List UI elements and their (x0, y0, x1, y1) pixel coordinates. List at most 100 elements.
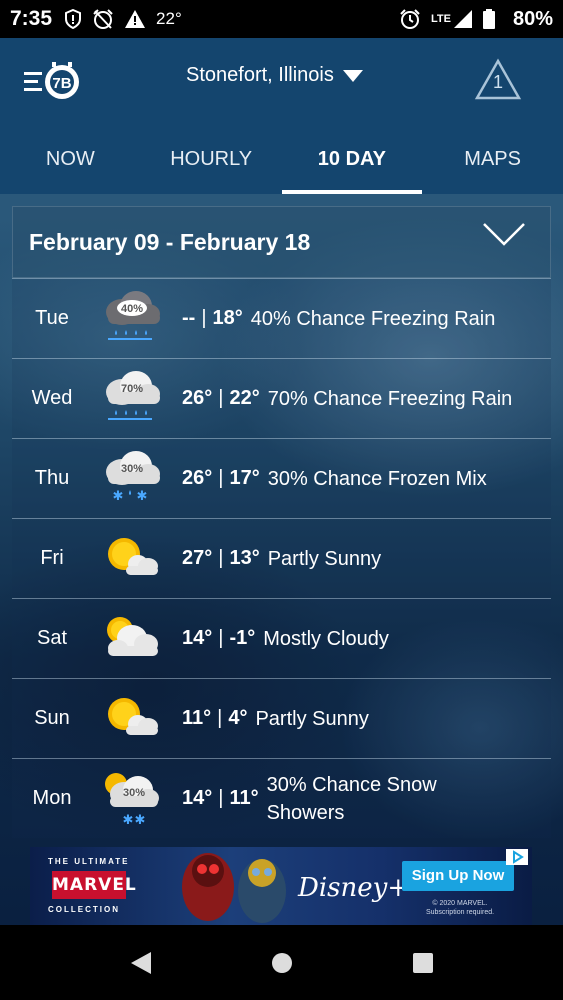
date-range-header[interactable]: February 09 - February 18 (12, 206, 551, 278)
shield-icon (64, 9, 82, 29)
snow-showers-icon: 30% ✱ ✱ (92, 764, 182, 834)
forecast-row[interactable]: Sat 14° | -1° Mostly Cloudy (12, 598, 551, 678)
forecast-row[interactable]: Wed 70% 26° | 22° 70% Chance Freezing Rain (12, 358, 551, 438)
temps: -- | 18° (182, 307, 243, 329)
back-icon[interactable] (129, 950, 153, 976)
forecast-row[interactable]: Fri 27° | 13° Partly Sunny (12, 518, 551, 598)
menu-button[interactable]: 7B (24, 62, 84, 102)
battery-percent: 80% (512, 7, 553, 30)
ad-heroes-image (182, 853, 286, 923)
partly-sunny-icon (92, 684, 182, 754)
status-bar: 7:35 22° LTE 80% (0, 0, 563, 38)
menu-logo-icon: 7B (24, 62, 79, 99)
temp-high: 26° (182, 387, 213, 409)
forecast-row[interactable]: Mon 30% ✱ ✱ 14° | 11° 30% Chance Snow Show… (12, 758, 551, 838)
svg-text:✱: ✱ (123, 812, 134, 827)
ad-fine-print: © 2020 MARVEL. Subscription required. (425, 900, 495, 916)
forecast-description: Partly Sunny (267, 547, 382, 570)
forecast-description: 30% Chance Frozen Mix (267, 467, 487, 490)
dropdown-caret-icon (342, 69, 363, 82)
temp-low: 4° (228, 707, 248, 729)
partly-sunny-icon (92, 524, 182, 594)
location-name: Stonefort, Illinois (186, 64, 334, 86)
network-type: LTE (431, 13, 451, 25)
tab-hourly[interactable]: HOURLY (141, 134, 282, 194)
tab-10-day[interactable]: 10 DAY (281, 134, 423, 194)
forecast-row[interactable]: Sun 11° | 4° Partly Sunny (12, 678, 551, 758)
day-name: Tue (35, 307, 69, 329)
temp-high: 26° (182, 467, 213, 489)
temp-high: 14° (182, 787, 213, 809)
frozen-mix-icon: 30% ✱ ✱ (92, 444, 182, 514)
temp-high: 27° (182, 547, 213, 569)
temp-low: 13° (229, 547, 260, 569)
ad-signup-button[interactable]: Sign Up Now (402, 861, 514, 891)
temp-high: 14° (182, 627, 213, 649)
battery-icon (482, 9, 495, 29)
svg-text:40%: 40% (121, 303, 143, 315)
tab-bar: NOW HOURLY 10 DAY MAPS (0, 134, 563, 194)
signal-icon (453, 9, 473, 29)
chevron-down-icon (483, 223, 525, 246)
forecast-card: February 09 - February 18 Tue 40% -- | 18° (12, 206, 551, 838)
temps: 27° | 13° (182, 547, 260, 569)
status-temperature: 22° (156, 9, 182, 28)
mostly-cloudy-icon (92, 604, 182, 674)
forecast-row[interactable]: Tue 40% -- | 18° 40% Chance Freezing Rain (12, 278, 551, 358)
svg-text:✱: ✱ (113, 488, 124, 503)
recents-icon[interactable] (411, 951, 435, 975)
temp-low: 11° (229, 787, 259, 809)
ad-banner[interactable]: THE ULTIMATE MARVEL COLLECTION Disney+ S… (30, 847, 532, 925)
ad-tagline-bottom: COLLECTION (48, 905, 120, 914)
temps: 11° | 4° (182, 707, 248, 729)
warning-icon (124, 9, 146, 29)
ad-tagline-top: THE ULTIMATE (48, 857, 130, 866)
tab-now[interactable]: NOW (0, 134, 141, 194)
svg-text:30%: 30% (121, 463, 143, 475)
forecast-description: 40% Chance Freezing Rain (250, 307, 496, 330)
temps: 26° | 22° (182, 387, 260, 409)
temp-low: 18° (212, 307, 243, 329)
svg-text:7B: 7B (52, 75, 71, 92)
forecast-description: Mostly Cloudy (263, 627, 389, 650)
svg-text:30%: 30% (123, 787, 145, 799)
ad-service-logo: Disney+ (298, 873, 410, 903)
forecast-row[interactable]: Thu 30% ✱ ✱ 26° | 17° 30% Chance Frozen Mi… (12, 438, 551, 518)
app-content: 7B Stonefort, Illinois 1 NOW HOURLY 10 D… (0, 38, 563, 925)
temps: 14° | 11° (182, 787, 259, 809)
svg-text:70%: 70% (121, 383, 143, 395)
date-range: February 09 - February 18 (29, 228, 311, 255)
temps: 26° | 17° (182, 467, 260, 489)
home-icon[interactable] (270, 951, 294, 975)
temp-high: 11° (182, 707, 212, 729)
day-name: Mon (32, 787, 72, 809)
ad-choices-icon[interactable] (506, 849, 528, 865)
day-name: Thu (34, 467, 70, 489)
alerts-button[interactable]: 1 (474, 58, 522, 102)
temps: 14° | -1° (182, 627, 256, 649)
temp-low: 22° (229, 387, 260, 409)
alarm-off-icon (92, 8, 114, 30)
temp-high: -- (182, 307, 196, 329)
temp-low: -1° (229, 627, 256, 649)
status-time: 7:35 (10, 7, 53, 30)
alarm-icon (399, 8, 421, 30)
svg-text:✱: ✱ (135, 812, 146, 827)
ad-brand-logo: MARVEL (52, 871, 136, 899)
svg-text:✱: ✱ (137, 488, 148, 503)
day-name: Sat (36, 627, 68, 649)
freezing-rain-icon: 40% (92, 284, 182, 354)
day-name: Sun (34, 707, 70, 729)
temp-low: 17° (229, 467, 260, 489)
tab-maps[interactable]: MAPS (422, 134, 563, 194)
location-selector[interactable]: Stonefort, Illinois (186, 64, 364, 87)
forecast-description: 30% Chance Snow Showers (266, 773, 437, 824)
forecast-description: Partly Sunny (255, 707, 369, 730)
forecast-description: 70% Chance Freezing Rain (267, 387, 513, 410)
day-name: Fri (40, 547, 64, 569)
system-nav-bar (0, 925, 563, 1000)
freezing-rain-icon: 70% (92, 364, 182, 434)
app-header: 7B Stonefort, Illinois 1 NOW HOURLY 10 D… (0, 38, 563, 194)
day-name: Wed (31, 387, 73, 409)
alert-count: 1 (492, 72, 503, 92)
